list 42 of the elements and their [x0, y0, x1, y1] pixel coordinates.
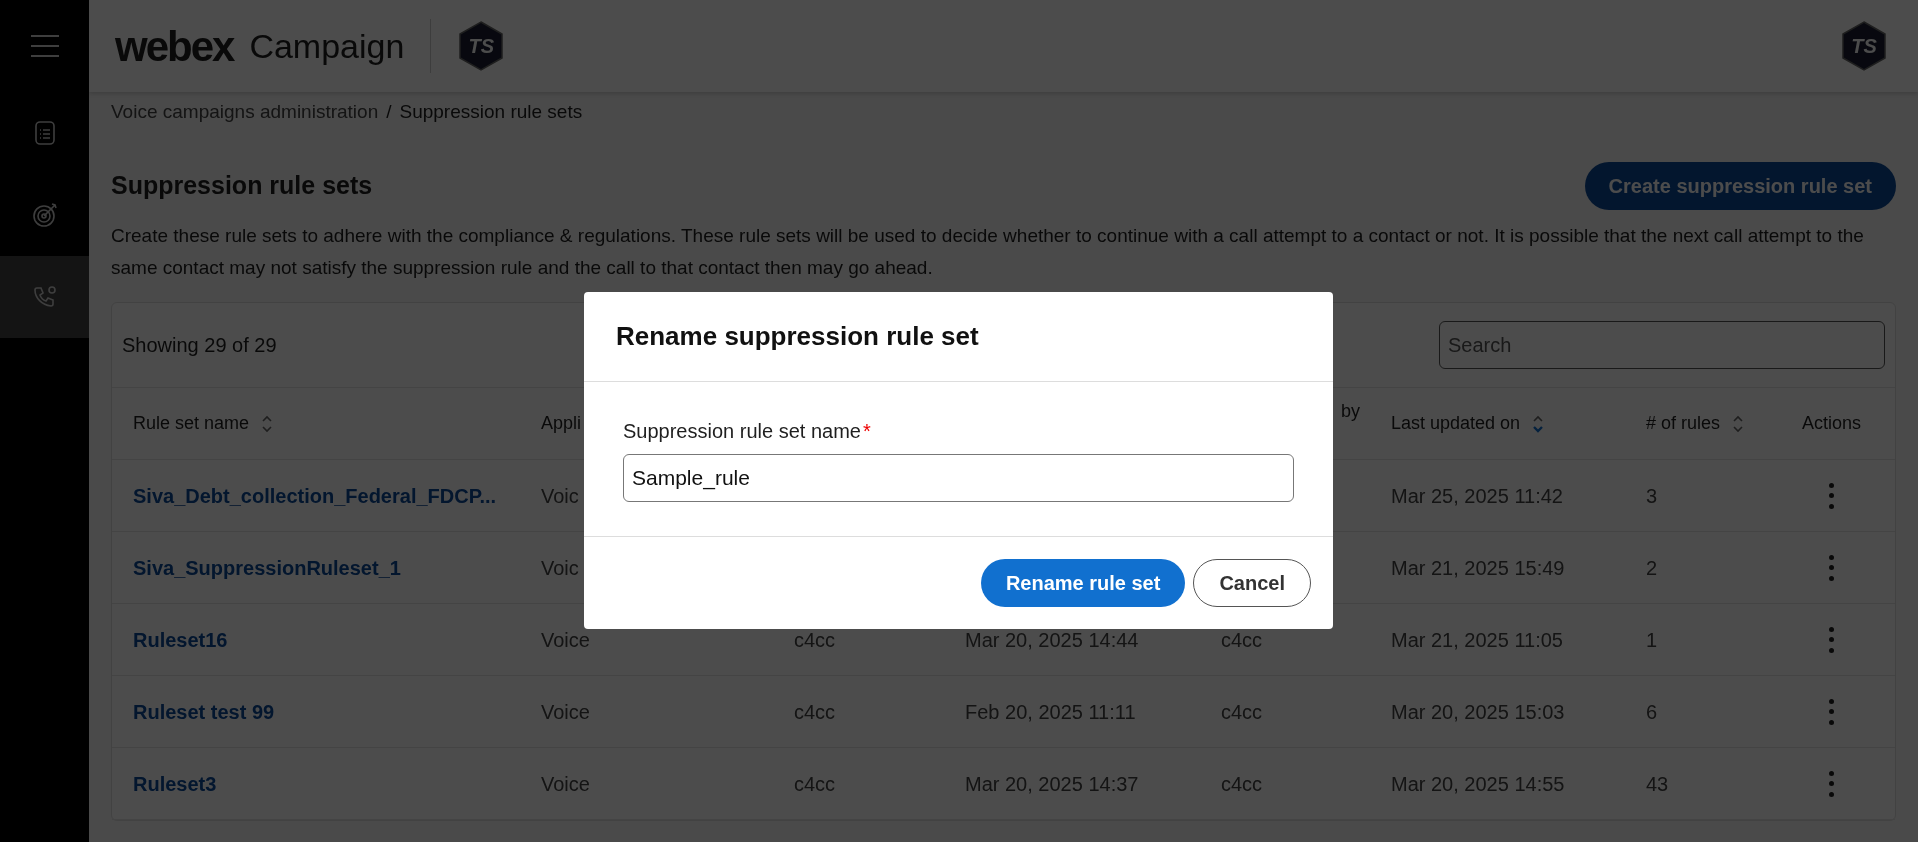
table-cell: 2: [1646, 556, 1658, 579]
page-title: Suppression rule sets: [111, 170, 373, 202]
table-cell: Voice: [541, 628, 590, 651]
table-cell: Mar 20, 2025 14:55: [1391, 772, 1565, 795]
row-count: Showing 29 of 29: [122, 333, 277, 358]
required-mark: *: [862, 419, 871, 444]
column-header: # of rules: [1646, 412, 1721, 435]
table-cell: Mar 21, 2025 11:05: [1391, 628, 1563, 651]
breadcrumb-separator: /: [386, 99, 392, 124]
table-cell: c4cc: [1221, 700, 1263, 723]
table-cell: c4cc: [794, 772, 836, 795]
table-cell: Feb 20, 2025 11:11: [965, 700, 1136, 723]
table-cell: c4cc: [1221, 628, 1263, 651]
table-cell: Voice: [541, 772, 590, 795]
table-cell: c4cc: [794, 628, 836, 651]
brand-logo: webex: [115, 21, 234, 72]
table-cell: c4cc: [1221, 772, 1263, 795]
table-cell: Mar 25, 2025 11:42: [1391, 484, 1563, 507]
column-header: Actions: [1802, 412, 1861, 435]
table-cell: 1: [1646, 628, 1658, 651]
description-text: Create these rule sets to adhere with the compliance & regulations. These rule sets will be used to decide whether to continue with a call attempt to a contact or not. It is possible that the next call attempt to the same contact may not satisfy the suppression rule and the call to that contact then may go ahead.: [111, 224, 1865, 280]
name-input-field[interactable]: Sample_rule: [623, 454, 1294, 502]
table-cell: c4cc: [794, 700, 836, 723]
table-cell: Voice: [541, 700, 590, 723]
rename-button[interactable]: Rename rule set: [980, 559, 1186, 607]
dialog-title: Rename suppression rule set: [616, 320, 979, 353]
product-name: Campaign: [249, 25, 405, 67]
table-cell: 3: [1646, 484, 1658, 507]
column-header: Rule set name: [133, 412, 250, 435]
column-header: Appli: [541, 412, 582, 435]
table-cell: Voic: [541, 484, 579, 507]
field-label: Suppression rule set name: [623, 419, 861, 444]
column-header: by: [1341, 400, 1360, 423]
table-cell: Mar 20, 2025 15:03: [1391, 700, 1565, 723]
table-cell: 6: [1646, 700, 1658, 723]
breadcrumb-current: Suppression rule sets: [399, 99, 583, 124]
table-cell: Mar 21, 2025 15:49: [1391, 556, 1565, 579]
table-cell: Mar 20, 2025 14:37: [965, 772, 1139, 795]
column-header: Last updated on: [1391, 412, 1521, 435]
table-cell: Mar 20, 2025 14:44: [965, 628, 1139, 651]
table-cell: 43: [1646, 772, 1669, 795]
table-cell: Voic: [541, 556, 579, 579]
